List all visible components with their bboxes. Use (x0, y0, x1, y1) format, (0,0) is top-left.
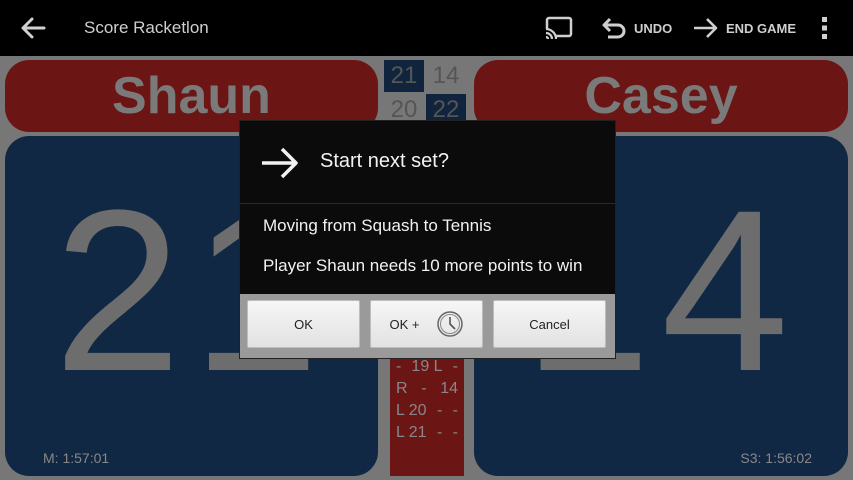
cast-icon[interactable] (543, 15, 573, 41)
arrow-right-icon (262, 147, 298, 179)
history-cell: - (452, 424, 458, 441)
history-cell: - (436, 402, 443, 419)
history-cell: L 20 (396, 402, 427, 419)
set-timer: S3: 1:56:02 (740, 450, 812, 466)
history-cell: - (396, 358, 402, 375)
undo-label: UNDO (634, 20, 673, 36)
ok-plus-button[interactable]: OK + (370, 300, 483, 348)
app-title: Score Racketlon (84, 18, 209, 37)
undo-button[interactable]: UNDO (600, 14, 672, 42)
dialog-header: Start next set? (240, 121, 615, 204)
history-row: L 21 - - (390, 422, 464, 444)
dialog-message-line: Player Shaun needs 10 more points to win (263, 256, 583, 275)
set-score-right: 14 (432, 62, 460, 89)
set-scores-grid: 21 14 20 22 (384, 60, 470, 128)
history-cell: L 21 (396, 424, 427, 441)
dialog-message-line: Moving from Squash to Tennis (263, 216, 492, 235)
history-cell: 19 L (411, 358, 443, 375)
cancel-button[interactable]: Cancel (493, 300, 606, 348)
history-cell: - (452, 358, 458, 375)
ok-plus-button-label: OK + (389, 316, 420, 332)
history-cell: - (421, 380, 427, 397)
clock-icon (436, 311, 463, 337)
history-cell: 14 (440, 380, 458, 397)
history-cell: - (436, 424, 443, 441)
end-game-label: END GAME (726, 20, 797, 36)
start-next-set-dialog: Start next set? Moving from Squash to Te… (240, 121, 615, 358)
set-score-left: 21 (384, 60, 424, 92)
back-arrow-icon[interactable] (18, 14, 48, 42)
history-row: R - 14 (390, 378, 464, 400)
dialog-title: Start next set? (320, 150, 449, 172)
ok-button-label: OK (294, 316, 313, 332)
arrow-right-icon (694, 18, 718, 38)
set-score-row: 21 14 (384, 60, 470, 94)
history-row: - 19 L - (390, 356, 464, 378)
history-cell: R (396, 380, 408, 397)
dialog-button-bar: OK OK + Cancel (240, 294, 615, 358)
history-row: L 20 - - (390, 400, 464, 422)
end-game-button[interactable]: END GAME (692, 14, 796, 42)
undo-icon (602, 17, 626, 39)
score-history: - 19 L - R - 14 L 20 - - L 21 - - (390, 356, 464, 476)
ok-button[interactable]: OK (247, 300, 360, 348)
more-vert-icon[interactable] (818, 14, 832, 42)
app-bar: Score Racketlon UNDO END GAME (0, 0, 853, 56)
match-timer: M: 1:57:01 (43, 450, 110, 466)
history-cell: - (452, 402, 458, 419)
cancel-button-label: Cancel (529, 316, 570, 332)
dialog-body: Moving from Squash to Tennis Player Shau… (240, 204, 615, 294)
